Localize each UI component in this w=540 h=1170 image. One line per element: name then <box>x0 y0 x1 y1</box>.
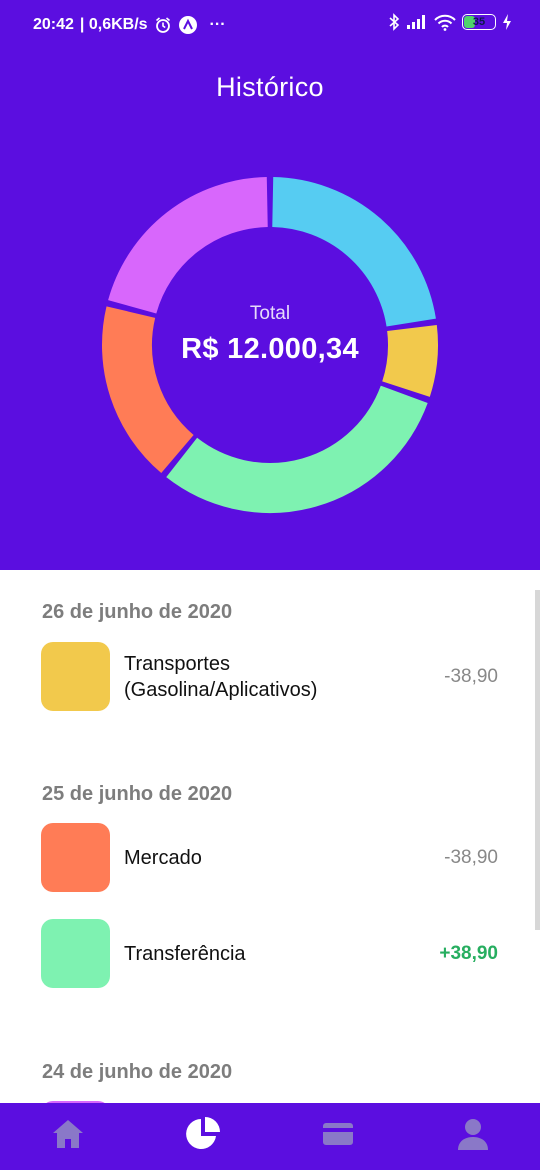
date-header: 25 de junho de 2020 <box>42 783 233 805</box>
nav-cards[interactable] <box>270 1103 405 1170</box>
nav-profile[interactable] <box>405 1103 540 1170</box>
transaction-label: Mercado <box>124 847 202 869</box>
category-swatch <box>41 823 110 892</box>
header-area: 20:42 | 0,6KB/s ··· 35 Histórico Total R… <box>0 0 540 570</box>
transaction-list[interactable]: 26 de junho de 2020 Transportes (Gasolin… <box>0 570 540 1103</box>
transaction-amount: -38,90 <box>444 666 498 687</box>
transaction-amount: -38,90 <box>444 847 498 868</box>
total-label: Total <box>249 303 291 324</box>
date-header: 24 de junho de 2020 <box>42 1061 233 1083</box>
donut-segment-5 <box>108 177 269 315</box>
total-value: R$ 12.000,34 <box>181 333 359 365</box>
date-header: 26 de junho de 2020 <box>42 601 233 623</box>
category-swatch <box>41 919 110 988</box>
transaction-row[interactable]: Transportes (Gasolina/Aplicativos) -38,9… <box>0 642 540 712</box>
donut-chart <box>102 177 438 513</box>
transaction-amount: +38,90 <box>439 943 498 964</box>
donut-segment-3 <box>166 385 428 513</box>
transaction-label: Transferência <box>124 943 246 965</box>
nav-home[interactable] <box>0 1103 135 1170</box>
category-swatch <box>41 642 110 711</box>
bottom-navigation <box>0 1103 540 1170</box>
credit-card-icon <box>322 1121 354 1152</box>
home-icon <box>51 1118 85 1155</box>
transaction-row[interactable]: Mercado -38,90 <box>0 823 540 893</box>
nav-history[interactable] <box>135 1103 270 1170</box>
transaction-row[interactable]: Transferência +38,90 <box>0 919 540 989</box>
profile-icon <box>456 1117 490 1156</box>
transaction-label: Transportes (Gasolina/Aplicativos) <box>124 653 318 701</box>
scrollbar[interactable] <box>535 590 540 930</box>
pie-chart-icon <box>184 1115 222 1158</box>
